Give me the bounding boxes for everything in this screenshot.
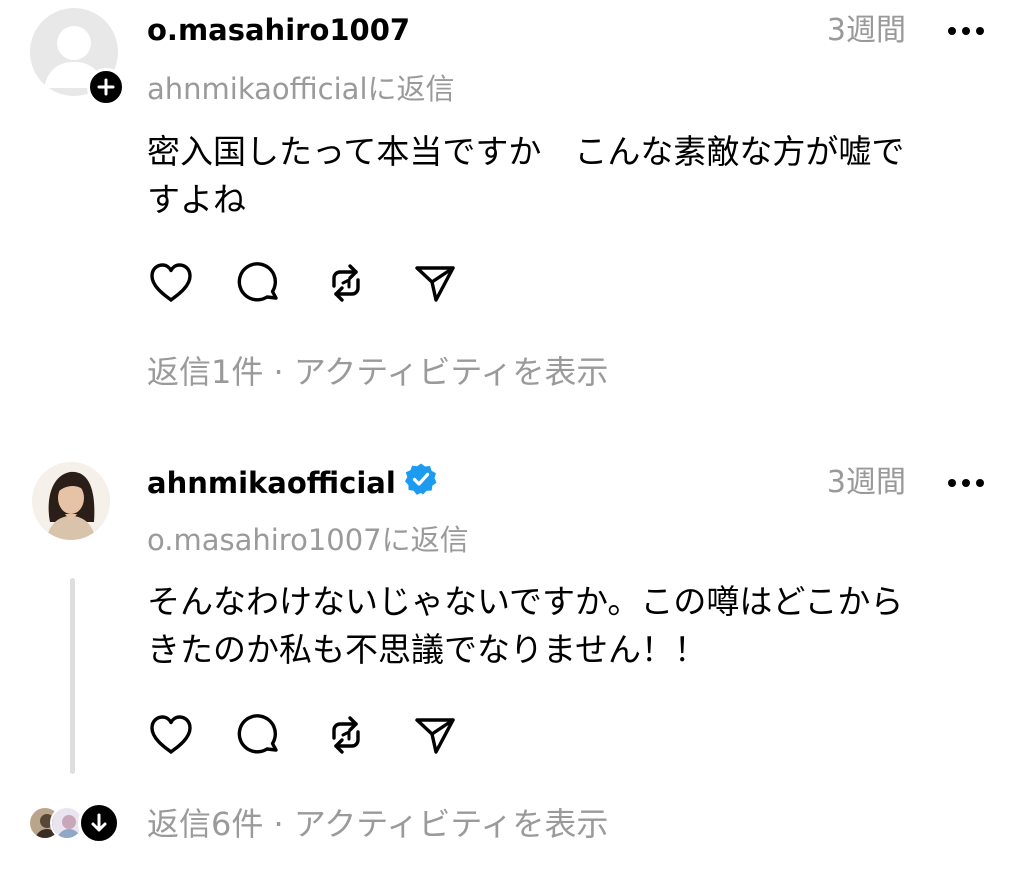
share-button[interactable] bbox=[410, 710, 460, 760]
comment-icon bbox=[237, 714, 278, 754]
profile-photo bbox=[32, 462, 110, 540]
repost-icon bbox=[332, 264, 360, 302]
comment-text: そんなわけないじゃないですか。この噂はどこから きたのか私も不思議でなりません！… bbox=[147, 578, 997, 674]
verified-badge-icon bbox=[404, 462, 438, 504]
comment-item: ahnmikaofficial 3週間 o.masahiro1007に返信 そん… bbox=[0, 440, 1024, 871]
comment-item: o.masahiro1007 3週間 ahnmikaofficialに返信 密入… bbox=[0, 0, 1024, 430]
like-button[interactable] bbox=[146, 258, 196, 308]
share-button[interactable] bbox=[410, 258, 460, 308]
heart-icon bbox=[150, 715, 192, 754]
reply-to-label[interactable]: ahnmikaofficialに返信 bbox=[147, 71, 455, 107]
username[interactable]: o.masahiro1007 bbox=[147, 12, 410, 48]
expand-replies-button[interactable] bbox=[78, 802, 120, 844]
comment-text-line: きたのか私も不思議でなりません！！ bbox=[147, 630, 708, 669]
comment-button[interactable] bbox=[234, 710, 284, 760]
username-text[interactable]: ahnmikaofficial bbox=[147, 466, 396, 500]
send-icon bbox=[415, 718, 455, 754]
reply-avatars[interactable] bbox=[28, 802, 120, 846]
username[interactable]: ahnmikaofficial bbox=[147, 462, 438, 506]
comment-text: 密入国したって本当ですか こんな素敵な方が嘘で すよね bbox=[147, 128, 997, 224]
comment-text-line: 密入国したって本当ですか こんな素敵な方が嘘で bbox=[147, 132, 905, 171]
comment-text-line: すよね bbox=[147, 180, 246, 219]
plus-icon bbox=[97, 78, 115, 96]
arrow-down-icon bbox=[91, 813, 107, 832]
repost-button[interactable] bbox=[321, 710, 371, 760]
timestamp: 3週間 bbox=[826, 465, 906, 500]
follow-button[interactable] bbox=[87, 68, 125, 106]
more-icon bbox=[948, 27, 984, 35]
repost-button[interactable] bbox=[321, 258, 371, 308]
more-icon bbox=[948, 479, 984, 487]
comment-icon bbox=[237, 262, 278, 302]
avatar[interactable] bbox=[32, 462, 110, 540]
timestamp: 3週間 bbox=[826, 13, 906, 48]
view-replies-link[interactable]: 返信1件 · アクティビティを表示 bbox=[147, 352, 608, 392]
thread-line bbox=[70, 578, 75, 774]
reply-to-label[interactable]: o.masahiro1007に返信 bbox=[147, 522, 469, 558]
comment-button[interactable] bbox=[234, 258, 284, 308]
more-button[interactable] bbox=[944, 13, 988, 49]
repost-icon bbox=[332, 716, 360, 754]
view-replies-link[interactable]: 返信6件 · アクティビティを表示 bbox=[147, 804, 608, 844]
more-button[interactable] bbox=[944, 465, 988, 501]
like-button[interactable] bbox=[146, 710, 196, 760]
comment-text-line: そんなわけないじゃないですか。この噂はどこから bbox=[147, 582, 904, 621]
heart-icon bbox=[150, 263, 192, 302]
send-icon bbox=[415, 266, 455, 302]
